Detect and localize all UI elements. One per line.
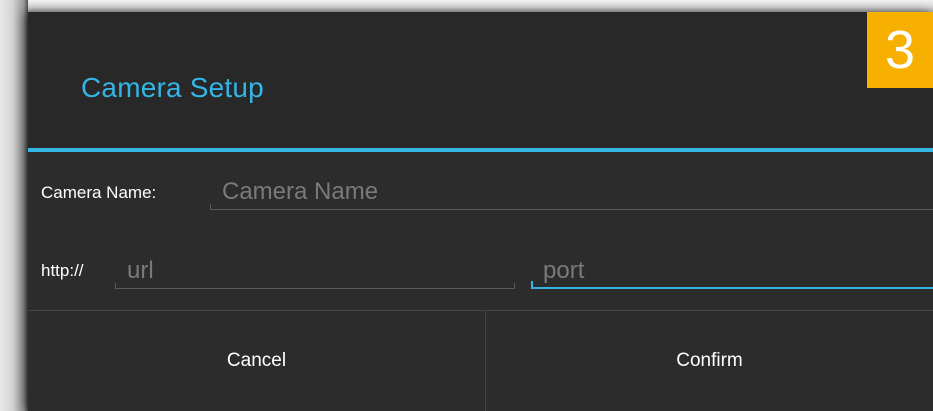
camera-name-label: Camera Name:	[41, 183, 157, 202]
confirm-button[interactable]: Confirm	[486, 311, 933, 411]
url-placeholder: url	[127, 257, 154, 284]
camera-setup-dialog: Camera Setup 3 Camera Name: Camera Name …	[28, 12, 933, 411]
step-number-badge: 3	[867, 12, 933, 88]
url-prefix-label: http://	[41, 261, 84, 280]
port-placeholder: port	[543, 257, 585, 284]
title-divider	[28, 148, 933, 152]
dialog-title: Camera Setup	[81, 72, 264, 103]
url-underline-right-tick	[514, 283, 515, 289]
port-underline	[531, 287, 933, 289]
url-field[interactable]: url	[115, 251, 515, 289]
port-underline-left-tick	[531, 281, 533, 289]
camera-name-placeholder: Camera Name	[222, 178, 379, 205]
url-underline-left-tick	[115, 283, 116, 289]
backdrop-top	[0, 0, 933, 12]
cancel-button[interactable]: Cancel	[28, 311, 485, 411]
camera-name-underline	[210, 209, 933, 210]
url-underline	[115, 288, 515, 289]
camera-name-underline-left-tick	[210, 204, 211, 210]
backdrop-left	[0, 0, 28, 411]
camera-name-field[interactable]: Camera Name	[210, 172, 933, 210]
dialog-header: Camera Setup 3	[28, 12, 933, 148]
port-field[interactable]: port	[531, 251, 933, 289]
screen: Camera Setup 3 Camera Name: Camera Name …	[0, 0, 933, 411]
